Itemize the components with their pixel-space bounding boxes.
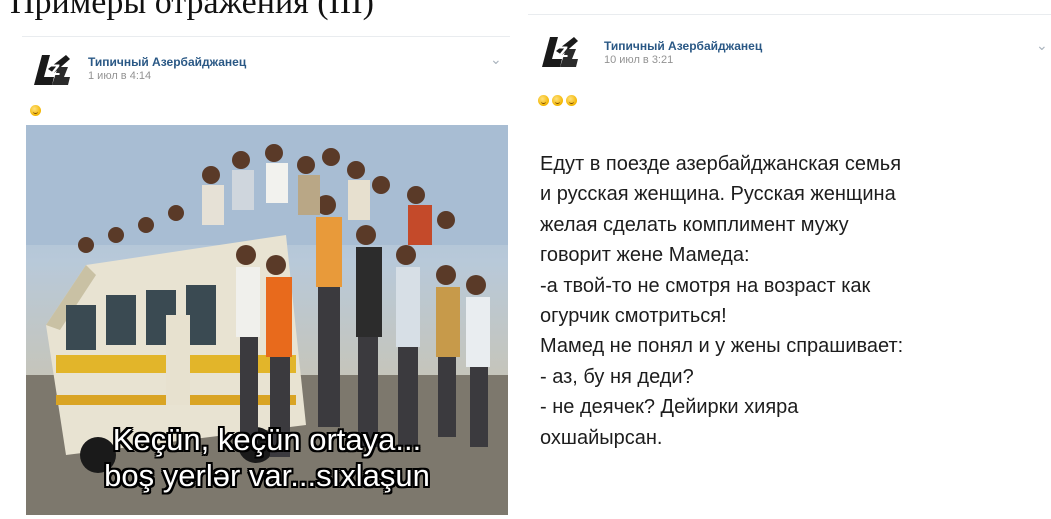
grinning-emoji-icon: [538, 95, 549, 106]
meme-caption-line-1: Keçün, keçün ortaya...: [112, 422, 422, 457]
post-text-line: Едут в поезде азербайджанская семья: [540, 153, 902, 175]
post-text-line: огурчик смотриться!: [540, 305, 727, 328]
grinning-emoji-icon: [566, 95, 577, 106]
svg-text:Z: Z: [558, 45, 568, 61]
post-author[interactable]: Типичный Азербайджанец: [88, 55, 246, 69]
post-joke: Z Типичный Азербайджанец 10 июл в 3:21 ⌄…: [528, 14, 1051, 519]
post-text-line: желая сделать комплимент мужу: [540, 213, 849, 236]
emoji-row: [30, 105, 41, 116]
community-logo-icon[interactable]: Z: [28, 47, 74, 91]
post-text-line: - не деячек? Дейирки хияра: [540, 396, 799, 419]
post-text-line: - аз, бу ня деди?: [540, 365, 694, 388]
post-text-line: Мамед не понял и у жены спрашивает:: [540, 335, 904, 358]
post-time[interactable]: 1 июл в 4:14: [88, 70, 151, 82]
emoji-row: [538, 95, 577, 106]
post-text-line: и русская женщина. Русская женщина: [540, 183, 896, 206]
post-text-line: говорит жене Мамеда:: [540, 244, 750, 267]
post-meme: Z Типичный Азербайджанец 1 июл в 4:14 ⌄: [22, 36, 510, 519]
chevron-down-icon[interactable]: ⌄: [490, 51, 502, 68]
post-text: Едут в поезде азербайджанская семья и ру…: [540, 149, 1050, 453]
post-text-line: охшайырсан.: [540, 426, 663, 449]
page-caption: Примеры отражения (III): [10, 0, 374, 21]
svg-text:Z: Z: [50, 63, 60, 79]
post-photo[interactable]: Keçün, keçün ortaya... boş yerlər var...…: [26, 125, 508, 515]
post-text-line: -а твой-то не смотря на возраст как: [540, 274, 871, 297]
post-author[interactable]: Типичный Азербайджанец: [604, 39, 762, 53]
chevron-down-icon[interactable]: ⌄: [1036, 37, 1048, 54]
post-time[interactable]: 10 июл в 3:21: [604, 54, 673, 66]
grinning-emoji-icon: [552, 95, 563, 106]
grinning-emoji-icon: [30, 105, 41, 116]
community-logo-icon[interactable]: Z: [536, 29, 582, 73]
meme-caption-line-2: boş yerlər var...sıxlaşun: [104, 458, 430, 493]
